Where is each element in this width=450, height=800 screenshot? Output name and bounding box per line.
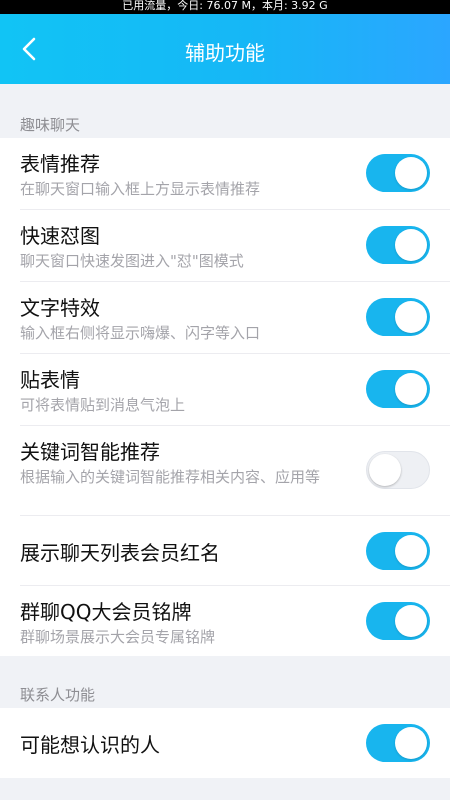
setting-description: 在聊天窗口输入框上方显示表情推荐: [20, 180, 261, 198]
toggle-switch[interactable]: [366, 602, 430, 640]
toggle-switch[interactable]: [366, 154, 430, 192]
setting-description: 可将表情贴到消息气泡上: [20, 396, 186, 414]
toggle-switch[interactable]: [366, 298, 430, 336]
setting-title: 关键词智能推荐: [20, 440, 160, 464]
setting-title: 表情推荐: [20, 152, 100, 176]
toggle-switch[interactable]: [366, 724, 430, 762]
section-title-fun-chat: 趣味聊天: [20, 116, 81, 134]
status-bar: 已用流量，今日: 76.07 M，本月: 3.92 G: [0, 0, 450, 14]
setting-title: 快速怼图: [20, 224, 100, 248]
header: 辅助功能: [0, 14, 450, 84]
toggle-switch[interactable]: [366, 451, 430, 489]
toggle-switch[interactable]: [366, 532, 430, 570]
setting-row-red-name[interactable]: 展示聊天列表会员红名: [0, 516, 450, 586]
setting-row-people-you-may-know[interactable]: 可能想认识的人: [0, 708, 450, 778]
page-title: 辅助功能: [185, 41, 265, 65]
setting-description: 群聊场景展示大会员专属铭牌: [20, 628, 216, 646]
setting-title: 群聊QQ大会员铭牌: [20, 600, 192, 624]
contacts-group: 可能想认识的人: [0, 708, 450, 778]
setting-row-sticker[interactable]: 贴表情 可将表情贴到消息气泡上: [0, 354, 450, 426]
toggle-switch[interactable]: [366, 370, 430, 408]
setting-row-group-badge[interactable]: 群聊QQ大会员铭牌 群聊场景展示大会员专属铭牌: [0, 586, 450, 656]
setting-row-keyword-recommend[interactable]: 关键词智能推荐 根据输入的关键词智能推荐相关内容、应用等: [0, 426, 450, 516]
toggle-knob: [395, 229, 427, 261]
toggle-knob: [395, 535, 427, 567]
toggle-knob: [369, 454, 401, 486]
section-title-contacts: 联系人功能: [20, 686, 96, 704]
setting-title: 展示聊天列表会员红名: [20, 541, 220, 565]
setting-title: 文字特效: [20, 296, 100, 320]
toggle-knob: [395, 373, 427, 405]
toggle-knob: [395, 301, 427, 333]
setting-description: 聊天窗口快速发图进入"怼"图模式: [20, 252, 244, 270]
toggle-knob: [395, 727, 427, 759]
setting-row-emoji-recommend[interactable]: 表情推荐 在聊天窗口输入框上方显示表情推荐: [0, 138, 450, 210]
setting-description: 根据输入的关键词智能推荐相关内容、应用等: [20, 468, 321, 486]
toggle-knob: [395, 157, 427, 189]
fun-chat-group: 表情推荐 在聊天窗口输入框上方显示表情推荐 快速怼图 聊天窗口快速发图进入"怼"…: [0, 138, 450, 656]
status-bar-text: 已用流量，今日: 76.07 M，本月: 3.92 G: [122, 0, 328, 12]
setting-row-text-effects[interactable]: 文字特效 输入框右侧将显示嗨爆、闪字等入口: [0, 282, 450, 354]
setting-description: 输入框右侧将显示嗨爆、闪字等入口: [20, 324, 261, 342]
toggle-switch[interactable]: [366, 226, 430, 264]
toggle-knob: [395, 605, 427, 637]
setting-row-quick-image[interactable]: 快速怼图 聊天窗口快速发图进入"怼"图模式: [0, 210, 450, 282]
setting-title: 贴表情: [20, 368, 80, 392]
setting-title: 可能想认识的人: [20, 733, 160, 757]
